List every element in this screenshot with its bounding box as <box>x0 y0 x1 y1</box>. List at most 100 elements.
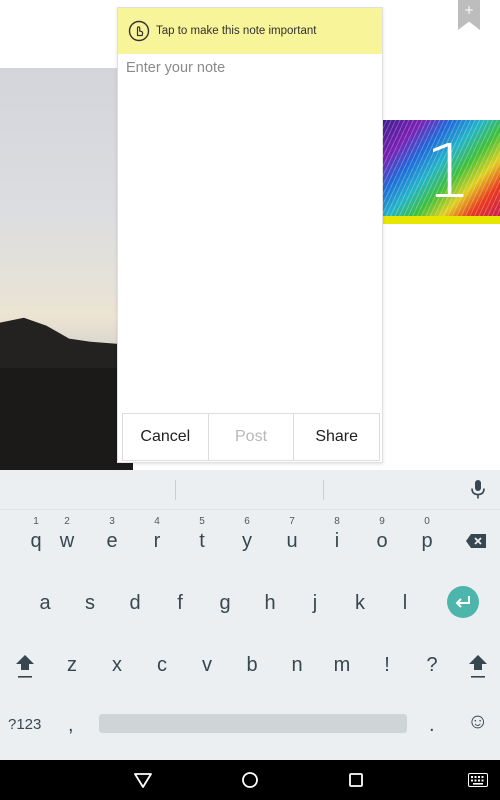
key-m[interactable]: m <box>322 640 362 688</box>
emoji-key[interactable]: ☺ <box>467 710 488 734</box>
key-hint: 7 <box>289 516 295 527</box>
keyboard-switch-icon[interactable] <box>468 773 488 787</box>
key-hint: 8 <box>334 516 340 527</box>
key-label: h <box>264 592 276 614</box>
recents-icon[interactable] <box>348 772 364 788</box>
post-button[interactable]: Post <box>208 414 295 460</box>
key-i[interactable]: 8 i <box>317 516 357 564</box>
key-hint: 2 <box>64 516 70 527</box>
key-label: l <box>402 592 408 614</box>
key-label: a <box>39 592 51 614</box>
spacebar[interactable] <box>99 714 407 733</box>
key-h[interactable]: h <box>250 578 290 626</box>
key-label: w <box>59 530 75 552</box>
key-y[interactable]: 6 y <box>227 516 267 564</box>
key-f[interactable]: f <box>160 578 200 626</box>
key-label: f <box>177 592 183 614</box>
key-label: n <box>291 654 303 676</box>
key-label: m <box>333 654 351 676</box>
key-v[interactable]: v <box>187 640 227 688</box>
enter-key[interactable] <box>447 586 479 618</box>
key-label: c <box>157 654 167 676</box>
key-e[interactable]: 3 e <box>92 516 132 564</box>
key-hint: 9 <box>379 516 385 527</box>
key-w[interactable]: 2 w <box>47 516 87 564</box>
home-icon[interactable] <box>241 771 259 789</box>
key-g[interactable]: g <box>205 578 245 626</box>
colorful-tile[interactable]: 1 <box>383 120 500 224</box>
key-c[interactable]: c <box>142 640 182 688</box>
key-p[interactable]: 0 p <box>407 516 447 564</box>
key-b[interactable]: b <box>232 640 272 688</box>
soft-keyboard: 1 q 2 w 3 e 4 r 5 t 6 y 7 u 8 i 9 o 0 p <box>0 470 500 760</box>
microphone-icon[interactable] <box>468 479 488 501</box>
symbols-key[interactable]: ?123 <box>8 716 41 733</box>
key-label: r <box>153 530 161 552</box>
period-key[interactable]: . <box>429 714 435 737</box>
key-hint: 6 <box>244 516 250 527</box>
suggestion-divider <box>175 480 176 500</box>
key-label: o <box>376 530 388 552</box>
enter-arrow-icon <box>455 596 470 608</box>
navigation-bar <box>0 760 500 800</box>
suggestion-divider <box>323 480 324 500</box>
key-j[interactable]: j <box>295 578 335 626</box>
key-label: i <box>334 530 340 552</box>
key-l[interactable]: l <box>385 578 425 626</box>
shift-icon <box>469 655 487 678</box>
key-label: t <box>199 530 205 552</box>
key-label: p <box>421 530 433 552</box>
note-action-bar: Cancel Post Share <box>122 413 380 461</box>
bookmark-add-label: + <box>463 3 475 17</box>
key-label: ? <box>426 654 438 676</box>
key-exclamation[interactable]: ! <box>367 640 407 688</box>
key-label: k <box>355 592 365 614</box>
key-hint: 4 <box>154 516 160 527</box>
comma-key[interactable]: , <box>68 714 74 737</box>
key-k[interactable]: k <box>340 578 380 626</box>
key-label: z <box>67 654 77 676</box>
key-label: d <box>129 592 141 614</box>
cancel-button[interactable]: Cancel <box>123 414 209 460</box>
share-button[interactable]: Share <box>294 414 380 460</box>
key-s[interactable]: s <box>70 578 110 626</box>
key-d[interactable]: d <box>115 578 155 626</box>
important-banner[interactable]: Tap to make this note important <box>118 8 382 54</box>
key-n[interactable]: n <box>277 640 317 688</box>
key-label: u <box>286 530 298 552</box>
note-dialog: Tap to make this note important Cancel P… <box>117 7 383 463</box>
key-r[interactable]: 4 r <box>137 516 177 564</box>
key-label: ! <box>384 654 390 676</box>
key-o[interactable]: 9 o <box>362 516 402 564</box>
suggestion-strip[interactable] <box>0 470 500 510</box>
key-hint: 0 <box>424 516 430 527</box>
key-label: e <box>106 530 118 552</box>
shift-key-left[interactable] <box>5 640 45 688</box>
tile-accent-bar <box>383 216 500 224</box>
tap-hand-icon <box>128 20 150 42</box>
key-t[interactable]: 5 t <box>182 516 222 564</box>
key-label: y <box>242 530 252 552</box>
tile-number: 1 <box>424 129 472 215</box>
key-label: v <box>202 654 212 676</box>
background-photo[interactable] <box>0 68 133 470</box>
key-hint: 3 <box>109 516 115 527</box>
key-x[interactable]: x <box>97 640 137 688</box>
key-label: x <box>112 654 122 676</box>
key-u[interactable]: 7 u <box>272 516 312 564</box>
key-label: b <box>246 654 258 676</box>
shift-icon <box>16 655 34 678</box>
key-z[interactable]: z <box>52 640 92 688</box>
key-question[interactable]: ? <box>412 640 452 688</box>
photo-ground <box>0 368 133 470</box>
backspace-icon <box>466 534 486 548</box>
key-a[interactable]: a <box>25 578 65 626</box>
key-label: g <box>219 592 231 614</box>
note-input[interactable] <box>126 60 374 410</box>
key-label: s <box>85 592 95 614</box>
back-icon[interactable] <box>133 772 153 788</box>
important-banner-text: Tap to make this note important <box>156 25 317 37</box>
shift-key-right[interactable] <box>458 640 498 688</box>
backspace-key[interactable] <box>456 516 496 564</box>
key-label: j <box>312 592 318 614</box>
